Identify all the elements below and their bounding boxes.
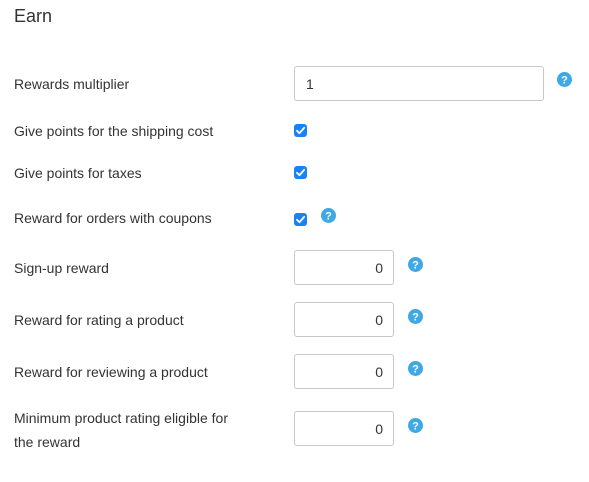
checkmark-icon bbox=[296, 168, 306, 177]
svg-text:?: ? bbox=[412, 420, 419, 432]
review-reward-input[interactable] bbox=[294, 354, 394, 389]
rewards-multiplier-input[interactable] bbox=[294, 66, 544, 101]
svg-text:?: ? bbox=[412, 363, 419, 375]
shipping-points-checkbox[interactable] bbox=[294, 124, 307, 137]
svg-text:?: ? bbox=[412, 259, 419, 271]
section-title-earn: Earn bbox=[14, 6, 53, 26]
help-icon[interactable]: ? bbox=[408, 257, 423, 272]
min-rating-label-line2: the reward bbox=[14, 434, 81, 450]
min-rating-label-line1: Minimum product rating eligible for bbox=[14, 410, 228, 426]
checkmark-icon bbox=[296, 215, 306, 224]
svg-text:?: ? bbox=[412, 311, 419, 323]
help-icon[interactable]: ? bbox=[408, 309, 423, 324]
min-rating-input[interactable] bbox=[294, 411, 394, 446]
svg-text:?: ? bbox=[561, 74, 568, 86]
rewards-multiplier-label: Rewards multiplier bbox=[14, 76, 130, 92]
svg-text:?: ? bbox=[325, 210, 332, 222]
tax-points-label: Give points for taxes bbox=[14, 165, 142, 181]
help-icon[interactable]: ? bbox=[408, 361, 423, 376]
tax-points-checkbox[interactable] bbox=[294, 166, 307, 179]
signup-reward-input[interactable] bbox=[294, 250, 394, 285]
rating-reward-label: Reward for rating a product bbox=[14, 312, 184, 328]
coupon-orders-checkbox[interactable] bbox=[294, 213, 307, 226]
checkmark-icon bbox=[296, 126, 306, 135]
signup-reward-label: Sign-up reward bbox=[14, 260, 109, 276]
review-reward-label: Reward for reviewing a product bbox=[14, 364, 208, 380]
rating-reward-input[interactable] bbox=[294, 302, 394, 337]
shipping-points-label: Give points for the shipping cost bbox=[14, 123, 214, 139]
help-icon[interactable]: ? bbox=[408, 418, 423, 433]
coupon-orders-label: Reward for orders with coupons bbox=[14, 210, 212, 226]
help-icon[interactable]: ? bbox=[321, 208, 336, 223]
help-icon[interactable]: ? bbox=[557, 72, 572, 87]
